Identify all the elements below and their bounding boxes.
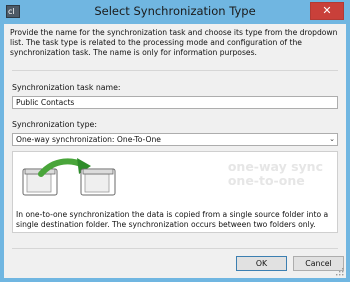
intro-text: Provide the name for the synchronization…: [10, 28, 338, 57]
title-bar[interactable]: cl Select Synchronization Type ✕: [0, 0, 350, 24]
sync-type-selected: One-way synchronization: One-To-One: [16, 135, 161, 144]
sync-description: In one-to-one synchronization the data i…: [16, 210, 329, 229]
sync-type-label: Synchronization type:: [12, 120, 97, 129]
resize-grip-icon[interactable]: [336, 268, 344, 276]
task-name-label: Synchronization task name:: [12, 83, 121, 92]
ok-button[interactable]: OK: [236, 256, 287, 271]
close-icon: ✕: [322, 4, 332, 17]
separator: [12, 248, 338, 249]
chevron-down-icon: ⌄: [329, 135, 335, 143]
separator: [12, 70, 338, 71]
sync-caption-line1: one-way sync: [227, 159, 323, 174]
dialog-body: Provide the name for the synchronization…: [4, 24, 346, 278]
dialog-title: Select Synchronization Type: [94, 4, 256, 18]
folder-icon: [80, 168, 116, 196]
sync-type-dropdown[interactable]: One-way synchronization: One-To-One ⌄: [12, 133, 338, 146]
sync-caption-line2: one-to-one: [227, 173, 305, 188]
task-name-input[interactable]: Public Contacts: [12, 96, 338, 109]
close-button[interactable]: ✕: [310, 2, 344, 20]
sync-type-caption: one-way sync one-to-one: [228, 160, 323, 188]
dialog-window: cl Select Synchronization Type ✕ Provide…: [0, 0, 350, 282]
